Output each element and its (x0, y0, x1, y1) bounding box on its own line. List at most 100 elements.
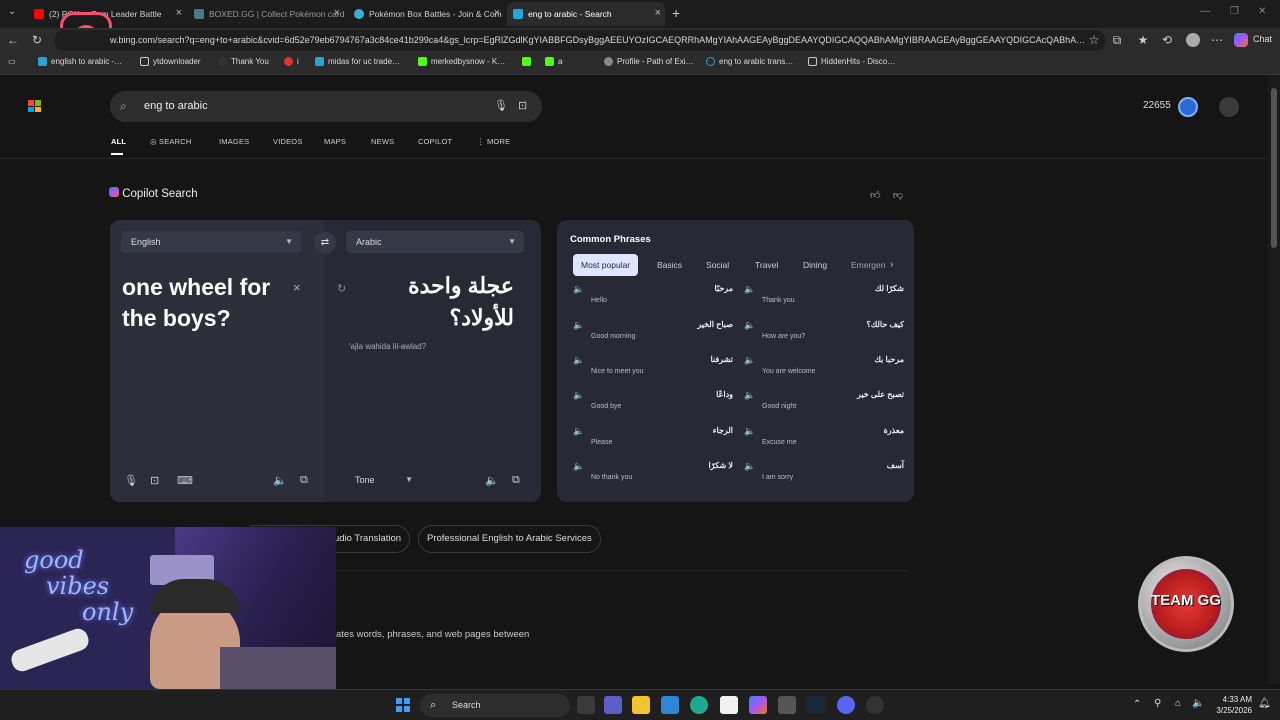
windows-start-icon[interactable] (396, 698, 410, 712)
clear-text-icon[interactable]: × (293, 280, 301, 295)
bookmark-item[interactable]: merkedbysnow - K… (418, 57, 505, 66)
minimize-icon[interactable]: — (1200, 6, 1210, 17)
microphone-icon[interactable]: 🎙 (494, 91, 508, 122)
speaker-icon[interactable]: 🔈 (485, 474, 499, 487)
tab-news[interactable]: NEWS (371, 137, 394, 146)
phrase-item[interactable]: 🔈 مرحبا بك You are welcome (744, 355, 904, 385)
camera-translate-icon[interactable]: ⊡ (150, 474, 159, 487)
chevron-right-icon[interactable]: › (890, 259, 893, 270)
app-icon[interactable] (778, 696, 796, 714)
tone-select[interactable]: Tone ▼ (345, 469, 421, 491)
tab-all[interactable]: ALL (111, 137, 126, 146)
copilot-icon[interactable] (749, 696, 767, 714)
file-explorer-icon[interactable] (632, 696, 650, 714)
profile-avatar[interactable] (1186, 33, 1200, 47)
task-view-icon[interactable] (577, 696, 595, 714)
phrase-tab-basics[interactable]: Basics (649, 254, 690, 276)
refresh-icon[interactable]: ↻ (30, 33, 44, 47)
tab-boxed[interactable]: BOXED.GG | Collect Pokémon card × (188, 2, 344, 26)
copilot-icon[interactable] (1234, 33, 1248, 47)
speaker-icon[interactable]: 🔈 (744, 320, 755, 331)
bookmark-item[interactable]: english to arabic -… (38, 57, 122, 66)
phrase-tab-social[interactable]: Social (698, 254, 737, 276)
target-language-select[interactable]: Arabic ▼ (346, 231, 524, 253)
phrase-item[interactable]: 🔈 كيف حالك؟ How are you? (744, 320, 904, 350)
tab-images[interactable]: IMAGES (219, 137, 249, 146)
bookmark-item[interactable]: Profile - Path of Exi… (604, 57, 693, 66)
bookmark-item[interactable]: Thank You (218, 57, 269, 66)
close-icon[interactable]: × (655, 7, 661, 19)
close-icon[interactable]: × (176, 7, 182, 19)
retranslate-icon[interactable]: ↻ (337, 282, 346, 295)
speaker-icon[interactable]: 🔈 (744, 461, 755, 472)
chevron-up-icon[interactable]: ⌃ (1133, 699, 1141, 710)
speaker-icon[interactable]: 🔈 (744, 355, 755, 366)
tab-bing-active[interactable]: eng to arabic - Search × (507, 2, 665, 26)
phrase-tab-dining[interactable]: Dining (795, 254, 835, 276)
thumbs-up-icon[interactable]: 👍︎ (870, 189, 880, 201)
phrase-item[interactable]: 🔈 مرحبًا Hello (573, 284, 733, 314)
source-text-input[interactable]: one wheel for the boys? (122, 272, 292, 334)
bookmark-item[interactable]: a (545, 57, 562, 66)
phrase-tab-most-popular[interactable]: Most popular (573, 254, 639, 276)
tab-more[interactable]: ⋮ MORE (477, 137, 510, 146)
speaker-icon[interactable]: 🔈 (573, 390, 584, 401)
extensions-icon[interactable]: ⧉ (1110, 33, 1124, 48)
restore-icon[interactable]: ❐ (1230, 6, 1239, 17)
speaker-icon[interactable]: 🔈 (273, 474, 287, 487)
tab-videos[interactable]: VIDEOS (273, 137, 303, 146)
speaker-icon[interactable]: 🔈 (573, 284, 584, 295)
window-close-icon[interactable]: ✕ (1258, 6, 1266, 17)
phrase-item[interactable]: 🔈 صباح الخير Good morning (573, 320, 733, 350)
scrollbar-thumb[interactable] (1271, 88, 1277, 248)
search-input[interactable]: ⌕ eng to arabic 🎙 ⊡ (110, 91, 542, 122)
page-scrollbar[interactable] (1268, 76, 1280, 684)
volume-icon[interactable]: 🔈 (1192, 698, 1204, 709)
tab-search[interactable]: ◎ SEARCH (150, 137, 192, 146)
copy-icon[interactable]: ⧉ (300, 474, 308, 487)
keyboard-icon[interactable]: ⌨ (177, 474, 193, 487)
phrase-item[interactable]: 🔈 وداعًا Good bye (573, 390, 733, 420)
rewards-medal-icon[interactable] (1178, 97, 1198, 117)
close-icon[interactable]: × (334, 7, 340, 19)
account-icon[interactable] (1219, 97, 1239, 117)
phrase-item[interactable]: 🔈 تصبح على خير Good night (744, 390, 904, 420)
favorite-star-icon[interactable]: ☆ (1087, 33, 1101, 47)
more-menu-icon[interactable]: ⋯ (1210, 33, 1224, 47)
speaker-icon[interactable]: 🔈 (744, 284, 755, 295)
reading-list-icon[interactable]: ▭ (8, 57, 16, 66)
phrase-item[interactable]: 🔈 الرجاء Please (573, 426, 733, 456)
store-icon[interactable] (661, 696, 679, 714)
microphone-icon[interactable]: 🎙 (124, 474, 138, 487)
speaker-icon[interactable]: 🔈 (573, 426, 584, 437)
swap-languages-icon[interactable]: ⇄ (314, 232, 336, 254)
bookmark-item[interactable]: HiddenHits - Disco… (808, 57, 895, 66)
taskbar-search[interactable]: ⌕ Search (420, 694, 570, 717)
phrase-item[interactable]: 🔈 شكرًا لك Thank you (744, 284, 904, 314)
close-icon[interactable]: × (494, 7, 500, 19)
history-icon[interactable]: ⟲ (1160, 33, 1174, 47)
visual-search-icon[interactable]: ⊡ (518, 91, 527, 122)
back-icon[interactable]: ← (6, 33, 20, 47)
source-language-select[interactable]: English ▼ (121, 231, 301, 253)
phrase-tab-travel[interactable]: Travel (747, 254, 786, 276)
discord-icon[interactable] (837, 696, 855, 714)
thumbs-down-icon[interactable]: 👎︎ (893, 189, 903, 201)
app-icon[interactable] (866, 696, 884, 714)
microsoft-logo-icon[interactable] (28, 100, 41, 112)
bookmark-item[interactable] (522, 57, 535, 66)
bookmark-item[interactable]: i (284, 57, 299, 66)
copilot-chat-label[interactable]: Chat (1253, 34, 1272, 44)
speaker-icon[interactable]: 🔈 (744, 426, 755, 437)
speaker-icon[interactable]: 🔈 (573, 461, 584, 472)
bookmark-item[interactable]: eng to arabic trans… (706, 57, 793, 66)
related-chip-professional-services[interactable]: Professional English to Arabic Services (418, 525, 601, 553)
tab-list-chevron-icon[interactable]: ⌄ (8, 6, 16, 17)
rewards-points[interactable]: 22655 (1143, 100, 1171, 111)
notification-icon[interactable]: 🔔︎ (1258, 698, 1271, 709)
phrase-tab-emergency[interactable]: Emergen (843, 254, 894, 276)
app-icon[interactable] (720, 696, 738, 714)
speaker-icon[interactable]: 🔈 (573, 355, 584, 366)
system-clock[interactable]: 4:33 AM 3/25/2026 (1212, 694, 1252, 716)
bookmark-item[interactable]: ytdownloader (140, 57, 201, 66)
